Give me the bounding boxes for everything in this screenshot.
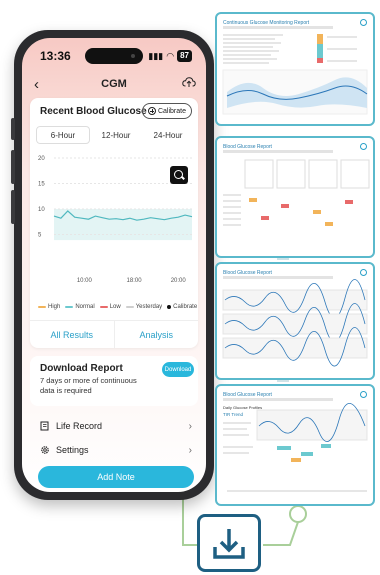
phone-side-button [11,118,15,140]
legend-label: High [48,304,61,310]
y-tick-label: 15 [38,182,45,188]
all-results-link[interactable]: All Results [30,321,114,348]
report-page-3: Blood Glucose Report [215,262,375,380]
report-page-1: Continuous Glucose Monitoring Report [215,12,375,126]
notebook-icon [40,421,49,431]
calibrate-button[interactable]: Calibrate [142,103,192,119]
analysis-link[interactable]: Analysis [115,321,199,348]
menu-item-label: Life Record [56,421,103,431]
legend-label: Normal [75,304,95,310]
report-body [222,279,368,367]
plus-circle-icon [147,107,156,115]
legend-swatch [38,306,46,308]
zoom-icon[interactable] [170,166,188,184]
x-tick-label: 18:00 [127,278,143,284]
x-tick-label: 10:00 [77,278,93,284]
report-body [223,159,370,226]
gear-icon [41,446,49,454]
download-title: Download Report [40,363,123,374]
y-tick-label: 5 [38,233,42,239]
menu-item-label: Settings [56,445,89,455]
menu-item-life-record[interactable]: Life Record › [40,416,198,436]
legend-swatch [99,306,108,308]
app-content: Recent Blood Glucose Calibrate 6-Hour 12… [22,38,206,492]
legend-label: Low [109,304,121,310]
download-button[interactable]: Download [162,362,194,377]
x-tick-label: 20:00 [171,278,187,284]
y-tick-label: 10 [38,207,45,213]
chevron-right-icon: › [188,420,192,432]
download-desc: 7 days or more of continuous data is req… [40,376,137,395]
phone-side-button [11,150,15,184]
y-tick-label: 20 [38,156,45,162]
legend-item: Low [99,304,121,310]
report-page-2: Blood Glucose Report [215,136,375,258]
legend-label: Calibrate [173,304,198,310]
phone-side-button [11,190,15,224]
chart-legend: High Normal Low Yesterday Calibrate [38,304,198,310]
download-arrow-icon [213,529,245,559]
tab-24-hour[interactable]: 24-Hour [142,126,194,144]
legend-swatch [65,306,74,308]
calibrate-label: Calibrate [157,107,186,115]
report-page-4: Blood Glucose Report Daily Glucose Profi… [215,384,375,506]
legend-swatch [167,305,172,309]
legend-item: Normal [65,304,95,310]
glucose-title: Recent Blood Glucose [40,106,147,117]
report-body [223,403,368,492]
menu-item-settings[interactable]: Settings › [40,440,198,460]
legend-item: Yesterday [125,304,163,310]
stage: 13:36 ▮▮▮ ◠ 87 ‹ CGM Recent Blood Glucos… [0,0,380,575]
legend-swatch [125,306,134,308]
download-icon [197,514,261,572]
add-note-button[interactable]: Add Note [38,466,194,488]
range-tabs: 6-Hour 12-Hour 24-Hour [36,126,194,144]
tab-12-hour[interactable]: 12-Hour [90,126,142,144]
legend-item: Calibrate [167,304,197,310]
report-body [222,34,368,115]
tab-6-hour[interactable]: 6-Hour [36,126,90,144]
target-range-band [54,209,192,241]
legend-item: High [38,304,60,310]
results-row: All Results Analysis [30,320,198,348]
legend-label: Yesterday [135,304,163,310]
chevron-right-icon: › [188,444,192,456]
